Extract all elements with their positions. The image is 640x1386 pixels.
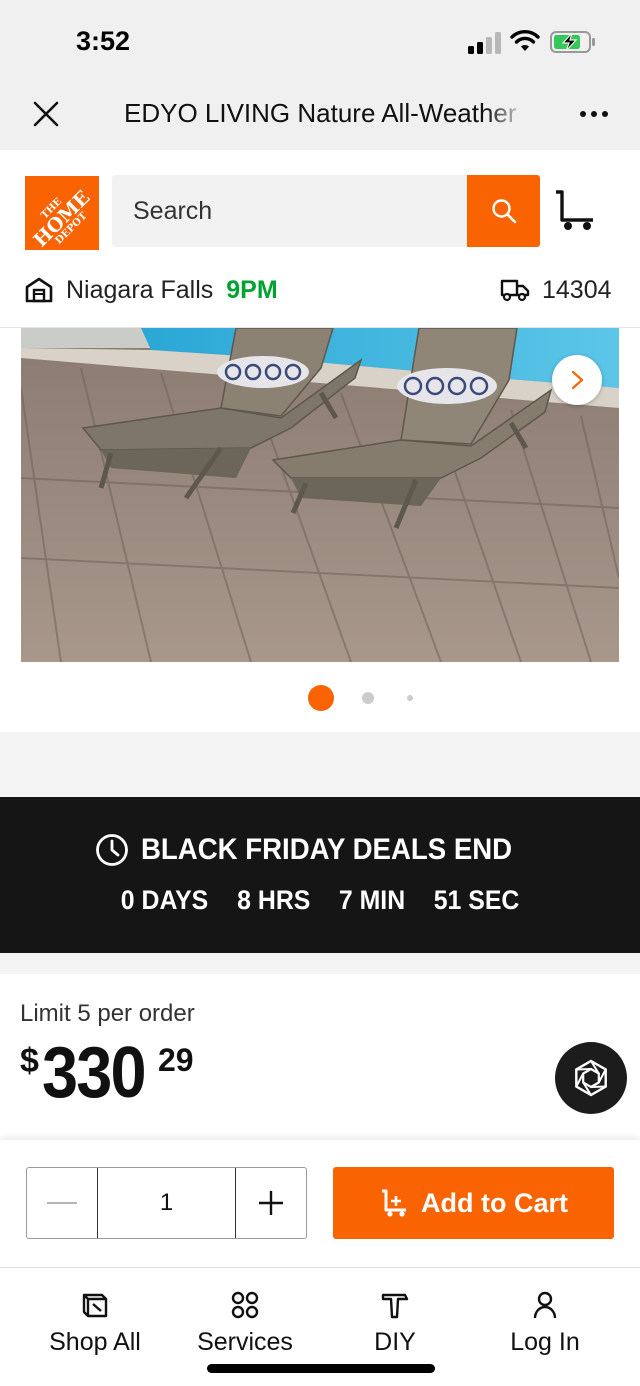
search-button[interactable] (467, 175, 540, 247)
status-bar: 3:52 (0, 0, 640, 84)
browser-title-bar: EDYO LIVING Nature All-Weather (0, 84, 640, 150)
price-dollars: 330 (42, 1033, 147, 1113)
nav-diy[interactable]: DIY (320, 1290, 470, 1357)
nav-label: DIY (374, 1328, 416, 1356)
search-box (112, 175, 468, 247)
close-icon[interactable] (30, 98, 62, 130)
page-title: EDYO LIVING Nature All-Weather (124, 98, 517, 128)
add-to-cart-bar: Add to Cart (0, 1140, 640, 1268)
quantity-stepper (26, 1167, 307, 1239)
store-icon (25, 277, 53, 303)
countdown-minutes: 7 MIN (338, 885, 405, 915)
product-gallery (0, 328, 640, 732)
battery-charging-icon (550, 31, 595, 53)
services-icon (231, 1291, 259, 1319)
gallery-pagination (0, 685, 640, 711)
countdown-hours: 8 HRS (237, 885, 311, 915)
nav-label: Shop All (49, 1328, 141, 1356)
store-closing-time: 9PM (226, 275, 278, 304)
add-to-cart-label: Add to Cart (421, 1187, 568, 1218)
chevron-right-icon (571, 370, 584, 390)
black-friday-banner: BLACK FRIDAY DEALS END 0 DAYS 8 HRS 7 MI… (0, 797, 640, 953)
minus-icon (47, 1202, 77, 1204)
chat-assistant-button[interactable] (555, 1042, 627, 1114)
section-divider (0, 732, 640, 797)
cart-icon (382, 1189, 406, 1217)
price-cents: 29 (158, 1042, 194, 1078)
plus-icon (259, 1191, 283, 1215)
site-header: THE HOME DEPOT Niagara Falls 9PM (0, 150, 640, 328)
store-selector[interactable]: Niagara Falls 9PM (24, 274, 278, 306)
search-icon (491, 199, 516, 224)
home-indicator (207, 1364, 435, 1373)
more-options-icon[interactable] (576, 96, 612, 132)
section-divider (0, 953, 640, 974)
gallery-next-button[interactable] (552, 355, 602, 405)
nav-label: Services (197, 1328, 293, 1356)
countdown-days: 0 DAYS (120, 885, 209, 915)
store-name: Niagara Falls (66, 275, 214, 304)
nav-shop-all[interactable]: Shop All (20, 1290, 170, 1357)
price-currency: $ (20, 1042, 39, 1080)
pagination-dot-active[interactable] (308, 685, 334, 711)
nav-services[interactable]: Services (170, 1290, 320, 1357)
pagination-dot[interactable] (407, 695, 413, 701)
clock-icon (96, 834, 129, 866)
quantity-decrease-button[interactable] (27, 1168, 98, 1238)
quantity-input[interactable] (98, 1168, 236, 1238)
home-depot-logo[interactable]: THE HOME DEPOT (25, 176, 99, 250)
countdown-seconds: 51 SEC (433, 885, 520, 915)
cart-icon[interactable] (553, 188, 597, 234)
delivery-truck-icon (500, 279, 530, 302)
diy-hammer-icon (381, 1293, 409, 1319)
delivery-zip-selector[interactable]: 14304 (500, 274, 612, 306)
price-section: Limit 5 per order $ 330 29 (0, 974, 640, 1140)
shop-all-icon (82, 1293, 108, 1318)
nav-log-in[interactable]: Log In (470, 1290, 620, 1357)
zip-code: 14304 (542, 275, 612, 304)
add-to-cart-button[interactable]: Add to Cart (333, 1167, 614, 1239)
nav-label: Log In (510, 1328, 580, 1356)
user-icon (533, 1291, 557, 1319)
status-time: 3:52 (76, 26, 131, 56)
product-image[interactable] (21, 328, 619, 662)
wifi-icon (510, 30, 540, 51)
cellular-signal-icon (468, 32, 502, 54)
deal-countdown: 0 DAYS 8 HRS 7 MIN 51 SEC (0, 885, 640, 916)
aperture-icon (575, 1059, 607, 1097)
pagination-dot[interactable] (362, 692, 374, 704)
quantity-increase-button[interactable] (236, 1168, 306, 1238)
order-limit: Limit 5 per order (20, 1000, 195, 1027)
deal-title: BLACK FRIDAY DEALS END (141, 833, 513, 866)
search-input[interactable] (112, 175, 468, 247)
